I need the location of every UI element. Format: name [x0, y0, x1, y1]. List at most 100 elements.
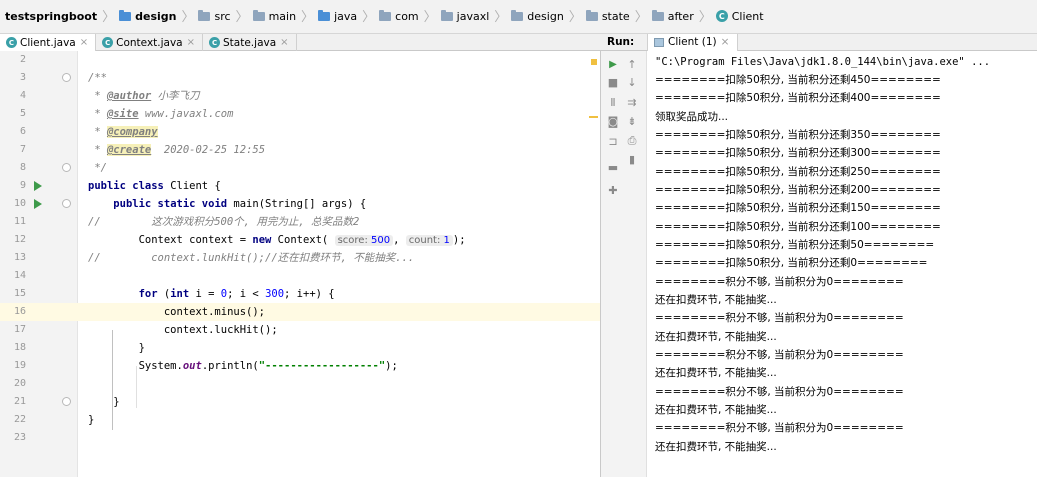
- code-line: 22 }: [0, 411, 600, 429]
- console-line: ========扣除50积分, 当前积分还剩150========: [655, 202, 941, 214]
- arrow-down-icon[interactable]: ↓: [625, 75, 639, 89]
- fold-icon[interactable]: [62, 199, 71, 208]
- code-line: 2: [0, 51, 600, 69]
- code-fragment: System.: [138, 360, 183, 372]
- code-fragment: Context context =: [138, 234, 253, 246]
- run-gutter-icon[interactable]: [34, 199, 42, 209]
- pause-icon[interactable]: Ⅱ: [606, 95, 620, 109]
- console-output[interactable]: "C:\Program Files\Java\jdk1.8.0_144\bin\…: [655, 51, 1037, 477]
- code-fragment: }: [113, 396, 120, 408]
- run-label: Run:: [607, 36, 635, 48]
- line-number: 21: [13, 396, 26, 407]
- line-number: 2: [19, 54, 26, 65]
- line-number: 8: [19, 162, 26, 173]
- package-icon: [440, 9, 453, 21]
- fold-icon[interactable]: [62, 397, 71, 406]
- javadoc-value: 2020-02-25 12:55: [163, 144, 266, 156]
- arrow-up-icon[interactable]: ↑: [625, 57, 639, 71]
- line-number: 11: [13, 216, 26, 227]
- breadcrumb-label: Client: [731, 9, 764, 23]
- print-icon[interactable]: ⎙: [625, 134, 639, 148]
- stop-icon[interactable]: ■: [606, 75, 620, 89]
- tab-context-java[interactable]: C Context.java ×: [96, 34, 204, 51]
- package-icon: [379, 9, 392, 21]
- line-number: 6: [19, 126, 26, 137]
- breadcrumb-state[interactable]: state: [583, 6, 634, 26]
- line-number: 9: [19, 180, 26, 191]
- breadcrumb-javaxl[interactable]: javaxl: [438, 6, 494, 26]
- scroll-to-end-icon[interactable]: ⇟: [625, 114, 639, 128]
- parameter-hint: score: 500: [334, 235, 394, 246]
- console-line: ========积分不够, 当前积分为0========: [655, 386, 904, 398]
- package-icon: [511, 9, 524, 21]
- code-line: 4 * @author 小李飞刀: [0, 87, 600, 105]
- breadcrumb-after[interactable]: after: [649, 6, 698, 26]
- line-number: 19: [13, 360, 26, 371]
- code-text: // context.lunkHit();//还在扣费环节, 不能抽奖...: [88, 252, 415, 264]
- tab-label: Client.java: [20, 36, 76, 49]
- line-number: 16: [13, 306, 26, 317]
- breadcrumb-design-pkg[interactable]: design: [508, 6, 568, 26]
- javadoc-tag: @author: [106, 90, 152, 102]
- fold-icon[interactable]: [62, 163, 71, 172]
- folder-icon: [318, 9, 331, 21]
- camera-icon[interactable]: ◙: [606, 114, 620, 128]
- trash-icon[interactable]: ▮: [625, 152, 639, 166]
- console-line: ========扣除50积分, 当前积分还剩300========: [655, 147, 941, 159]
- code-line: 9 public class Client {: [0, 177, 600, 195]
- pin-icon[interactable]: ✚: [606, 183, 620, 197]
- run-gutter-icon[interactable]: [34, 181, 42, 191]
- code-fragment: i =: [195, 288, 221, 300]
- close-icon[interactable]: ×: [721, 36, 730, 48]
- folder-icon: [198, 9, 211, 21]
- close-icon[interactable]: ×: [187, 37, 195, 48]
- line-number: 17: [13, 324, 26, 335]
- breadcrumb-java[interactable]: java: [315, 6, 361, 26]
- code-line: 15 for (int i = 0; i < 300; i++) {: [0, 285, 600, 303]
- layout-icon[interactable]: ▬: [606, 160, 620, 174]
- code-text: Context context = new Context( score: 50…: [138, 234, 466, 246]
- breadcrumb-com[interactable]: com: [376, 6, 423, 26]
- close-icon[interactable]: ×: [280, 37, 288, 48]
- line-number: 3: [19, 72, 26, 83]
- close-icon[interactable]: ×: [80, 37, 88, 48]
- code-text: context.minus();: [88, 303, 265, 321]
- hint-label: score:: [337, 235, 368, 246]
- package-icon: [585, 9, 598, 21]
- breadcrumb-client[interactable]: C Client: [713, 6, 768, 26]
- line-number: 13: [13, 252, 26, 263]
- breadcrumb-label: src: [214, 9, 231, 23]
- code-line: 11 // 这次游戏积分500个, 用完为止, 总奖品数2: [0, 213, 600, 231]
- code-text: /**: [88, 72, 107, 84]
- console-line: 还在扣费环节, 不能抽奖...: [655, 404, 777, 416]
- console-line: 领取奖品成功...: [655, 111, 729, 123]
- restore-layout-icon[interactable]: ⊐: [606, 134, 620, 148]
- breadcrumb-label: java: [334, 9, 358, 23]
- breadcrumb-project[interactable]: testspringboot: [2, 6, 101, 26]
- rerun-icon[interactable]: ▶: [606, 57, 620, 71]
- code-fragment: .println(: [201, 360, 259, 372]
- fold-icon[interactable]: [62, 73, 71, 82]
- breadcrumb-module[interactable]: design: [116, 6, 180, 26]
- number-literal: 1: [443, 235, 450, 246]
- javadoc-tag: @create: [106, 144, 152, 156]
- run-tab-client[interactable]: Client (1) ×: [647, 33, 739, 51]
- number-literal: 300: [265, 288, 285, 300]
- tab-client-java[interactable]: C Client.java ×: [0, 34, 97, 51]
- chevron-right-icon: 〉: [181, 10, 195, 25]
- javadoc-tag: @site: [106, 108, 139, 120]
- breadcrumb-src[interactable]: src: [195, 6, 234, 26]
- hint-label: count:: [408, 235, 441, 246]
- code-line: 14: [0, 267, 600, 285]
- string-literal: "------------------": [258, 360, 386, 372]
- breadcrumb-main[interactable]: main: [250, 6, 300, 26]
- soft-wrap-icon[interactable]: ⇉: [625, 95, 639, 109]
- run-toolbar: ▶ ↑ ■ ↓ Ⅱ ⇉ ◙ ⇟ ⊐ ⎙ ▬ ▮ ✚: [601, 51, 647, 477]
- console-line: ========扣除50积分, 当前积分还剩0========: [655, 257, 928, 269]
- code-text: * @author 小李飞刀: [88, 90, 200, 102]
- console-line: ========积分不够, 当前积分为0========: [655, 422, 904, 434]
- code-editor[interactable]: 2 3 /** 4 * @author 小李飞刀 5 * @site www.j…: [0, 51, 601, 477]
- tab-state-java[interactable]: C State.java ×: [203, 34, 297, 51]
- code-fragment: );: [385, 360, 398, 372]
- code-line: 3 /**: [0, 69, 600, 87]
